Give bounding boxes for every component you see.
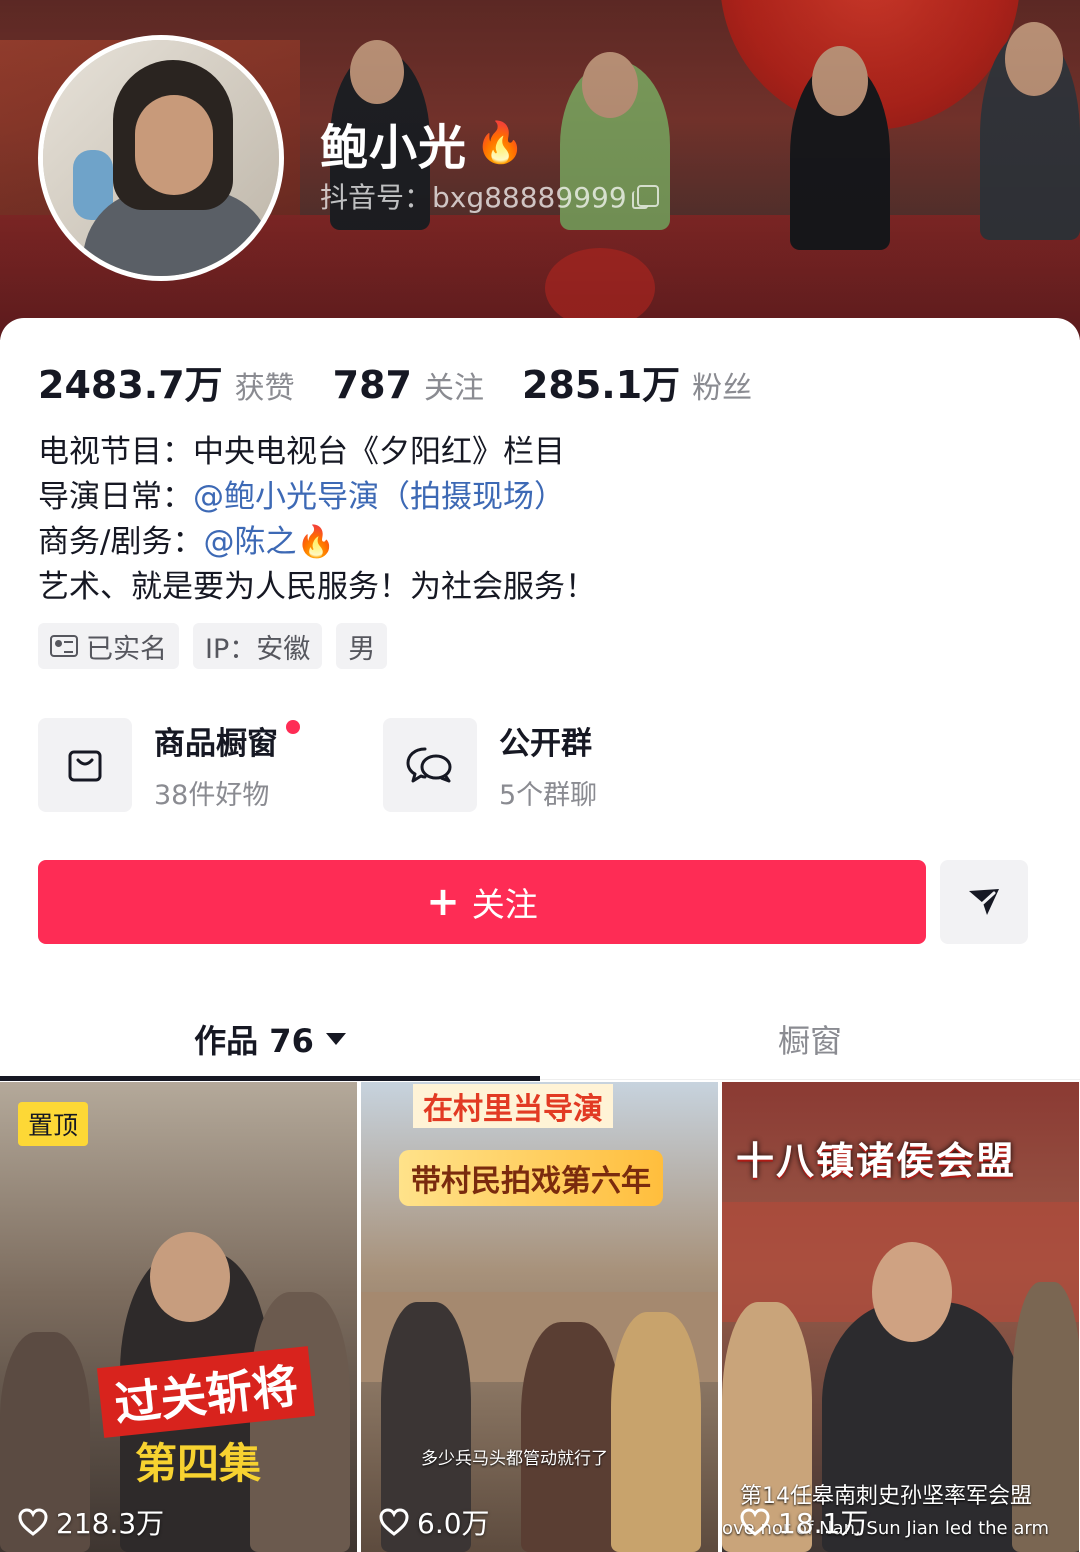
video-title-art: 带村民拍戏第六年 (399, 1150, 663, 1206)
douyin-id-text: 抖音号：bxg88889999 (320, 181, 627, 214)
tag-label: 男 (348, 633, 376, 665)
entry-subtitle: 38件好物 (154, 780, 270, 811)
heart-icon (740, 1508, 770, 1536)
tag-gender: 男 (336, 623, 388, 669)
stat-label: 获赞 (234, 371, 295, 406)
chat-bubbles-icon (383, 718, 477, 812)
heart-icon (18, 1508, 48, 1536)
video-likes: 218.3万 (18, 1502, 164, 1542)
video-likes-count: 18.1万 (778, 1507, 869, 1540)
entry-title: 商品橱窗 (154, 726, 278, 762)
stat-followers[interactable]: 285.1万 粉丝 (522, 354, 752, 409)
bio-line-prefix: 导演日常： (38, 479, 193, 515)
tab-label: 橱窗 (777, 1021, 842, 1060)
fire-icon: 🔥 (475, 120, 525, 166)
stat-value: 787 (332, 363, 412, 407)
video-likes-count: 218.3万 (56, 1507, 165, 1540)
heart-icon (379, 1508, 409, 1536)
profile-bio: 电视节目：中央电视台《夕阳红》栏目 导演日常：@鲍小光导演（拍摄现场） 商务/剧… (38, 430, 596, 610)
video-likes: 6.0万 (379, 1502, 490, 1542)
stat-value: 285.1万 (521, 363, 681, 407)
tag-label: IP：安徽 (205, 633, 311, 665)
copy-icon[interactable] (631, 185, 659, 209)
follow-button[interactable]: + 关注 (38, 860, 926, 944)
bio-line: 电视节目：中央电视台《夕阳红》栏目 (38, 434, 565, 470)
profile-entries: 商品橱窗 38件好物 公开群 5个群聊 (38, 718, 728, 812)
video-caption: 多少兵马头都管动就行了 (421, 1449, 608, 1469)
profile-tags: 已实名 IP：安徽 男 (38, 623, 388, 669)
video-thumbnail[interactable]: 十八镇诸侯会盟 第14任皋南刺史孙坚率军会盟 ove nor of Nan, S… (722, 1082, 1079, 1552)
entry-public-group[interactable]: 公开群 5个群聊 (383, 718, 728, 812)
tab-shop-window[interactable]: 橱窗 (540, 998, 1080, 1079)
tag-label: 已实名 (86, 633, 167, 665)
entry-text: 商品橱窗 38件好物 (154, 718, 300, 812)
video-subtitle-art: 第四集 (135, 1439, 262, 1488)
bio-line-prefix: 商务/剧务： (38, 524, 204, 560)
id-card-icon (50, 635, 78, 657)
profile-name: 鲍小光 (320, 120, 468, 176)
stat-value: 2483.7万 (38, 363, 223, 407)
video-grid: 置顶 过关斩将 第四集 218.3万 在村里当导演 带村民拍戏第六年 多少兵马头… (0, 1082, 1080, 1552)
bio-line: 导演日常：@鲍小光导演（拍摄现场） (38, 475, 596, 520)
send-arrow-icon[interactable] (940, 860, 1028, 944)
douyin-id[interactable]: 抖音号：bxg88889999 (320, 176, 659, 216)
bio-line: 商务/剧务：@陈之🔥 (38, 520, 596, 565)
pinned-badge: 置顶 (18, 1102, 89, 1146)
stat-label: 关注 (423, 371, 484, 406)
video-thumbnail[interactable]: 置顶 过关斩将 第四集 218.3万 (0, 1082, 357, 1552)
bio-mention-link[interactable]: @陈之 (203, 524, 296, 560)
profile-cover: 鲍小光 🔥 抖音号：bxg88889999 (0, 0, 1080, 340)
follow-button-label: 关注 (471, 885, 538, 924)
tab-works[interactable]: 作品 76 (0, 998, 540, 1081)
profile-name-row: 鲍小光 🔥 (320, 108, 525, 178)
profile-tabs: 作品 76 橱窗 (0, 998, 1080, 1081)
video-thumbnail[interactable]: 在村里当导演 带村民拍戏第六年 多少兵马头都管动就行了 6.0万 (361, 1082, 718, 1552)
stat-label: 粉丝 (692, 371, 753, 406)
plus-icon: + (426, 879, 460, 925)
tab-label: 作品 76 (194, 1021, 314, 1060)
video-likes-count: 6.0万 (417, 1507, 490, 1540)
entry-text: 公开群 5个群聊 (499, 718, 597, 812)
tag-verified[interactable]: 已实名 (38, 623, 179, 669)
stat-likes[interactable]: 2483.7万 获赞 (38, 354, 295, 409)
caret-down-icon[interactable] (325, 1032, 346, 1045)
tag-ip: IP：安徽 (193, 623, 323, 669)
fire-icon: 🔥 (296, 524, 336, 560)
bio-line: 艺术、就是要为人民服务！为社会服务！ (38, 569, 596, 605)
shopping-bag-icon (38, 718, 132, 812)
video-likes: 18.1万 (740, 1502, 868, 1542)
profile-card: 2483.7万 获赞 787 关注 285.1万 粉丝 电视节目：中央电视台《夕… (0, 318, 1080, 1552)
stat-following[interactable]: 787 关注 (333, 363, 484, 407)
avatar[interactable] (38, 35, 284, 281)
entry-title: 公开群 (499, 726, 592, 762)
profile-stats: 2483.7万 获赞 787 关注 285.1万 粉丝 (38, 354, 790, 409)
video-title-art: 十八镇诸侯会盟 (736, 1139, 1017, 1183)
video-top-text: 在村里当导演 (413, 1084, 613, 1128)
entry-subtitle: 5个群聊 (499, 780, 598, 811)
notification-dot (286, 720, 300, 734)
entry-shop-window[interactable]: 商品橱窗 38件好物 (38, 718, 383, 812)
bio-mention-link[interactable]: @鲍小光导演（拍摄现场） (193, 479, 565, 515)
